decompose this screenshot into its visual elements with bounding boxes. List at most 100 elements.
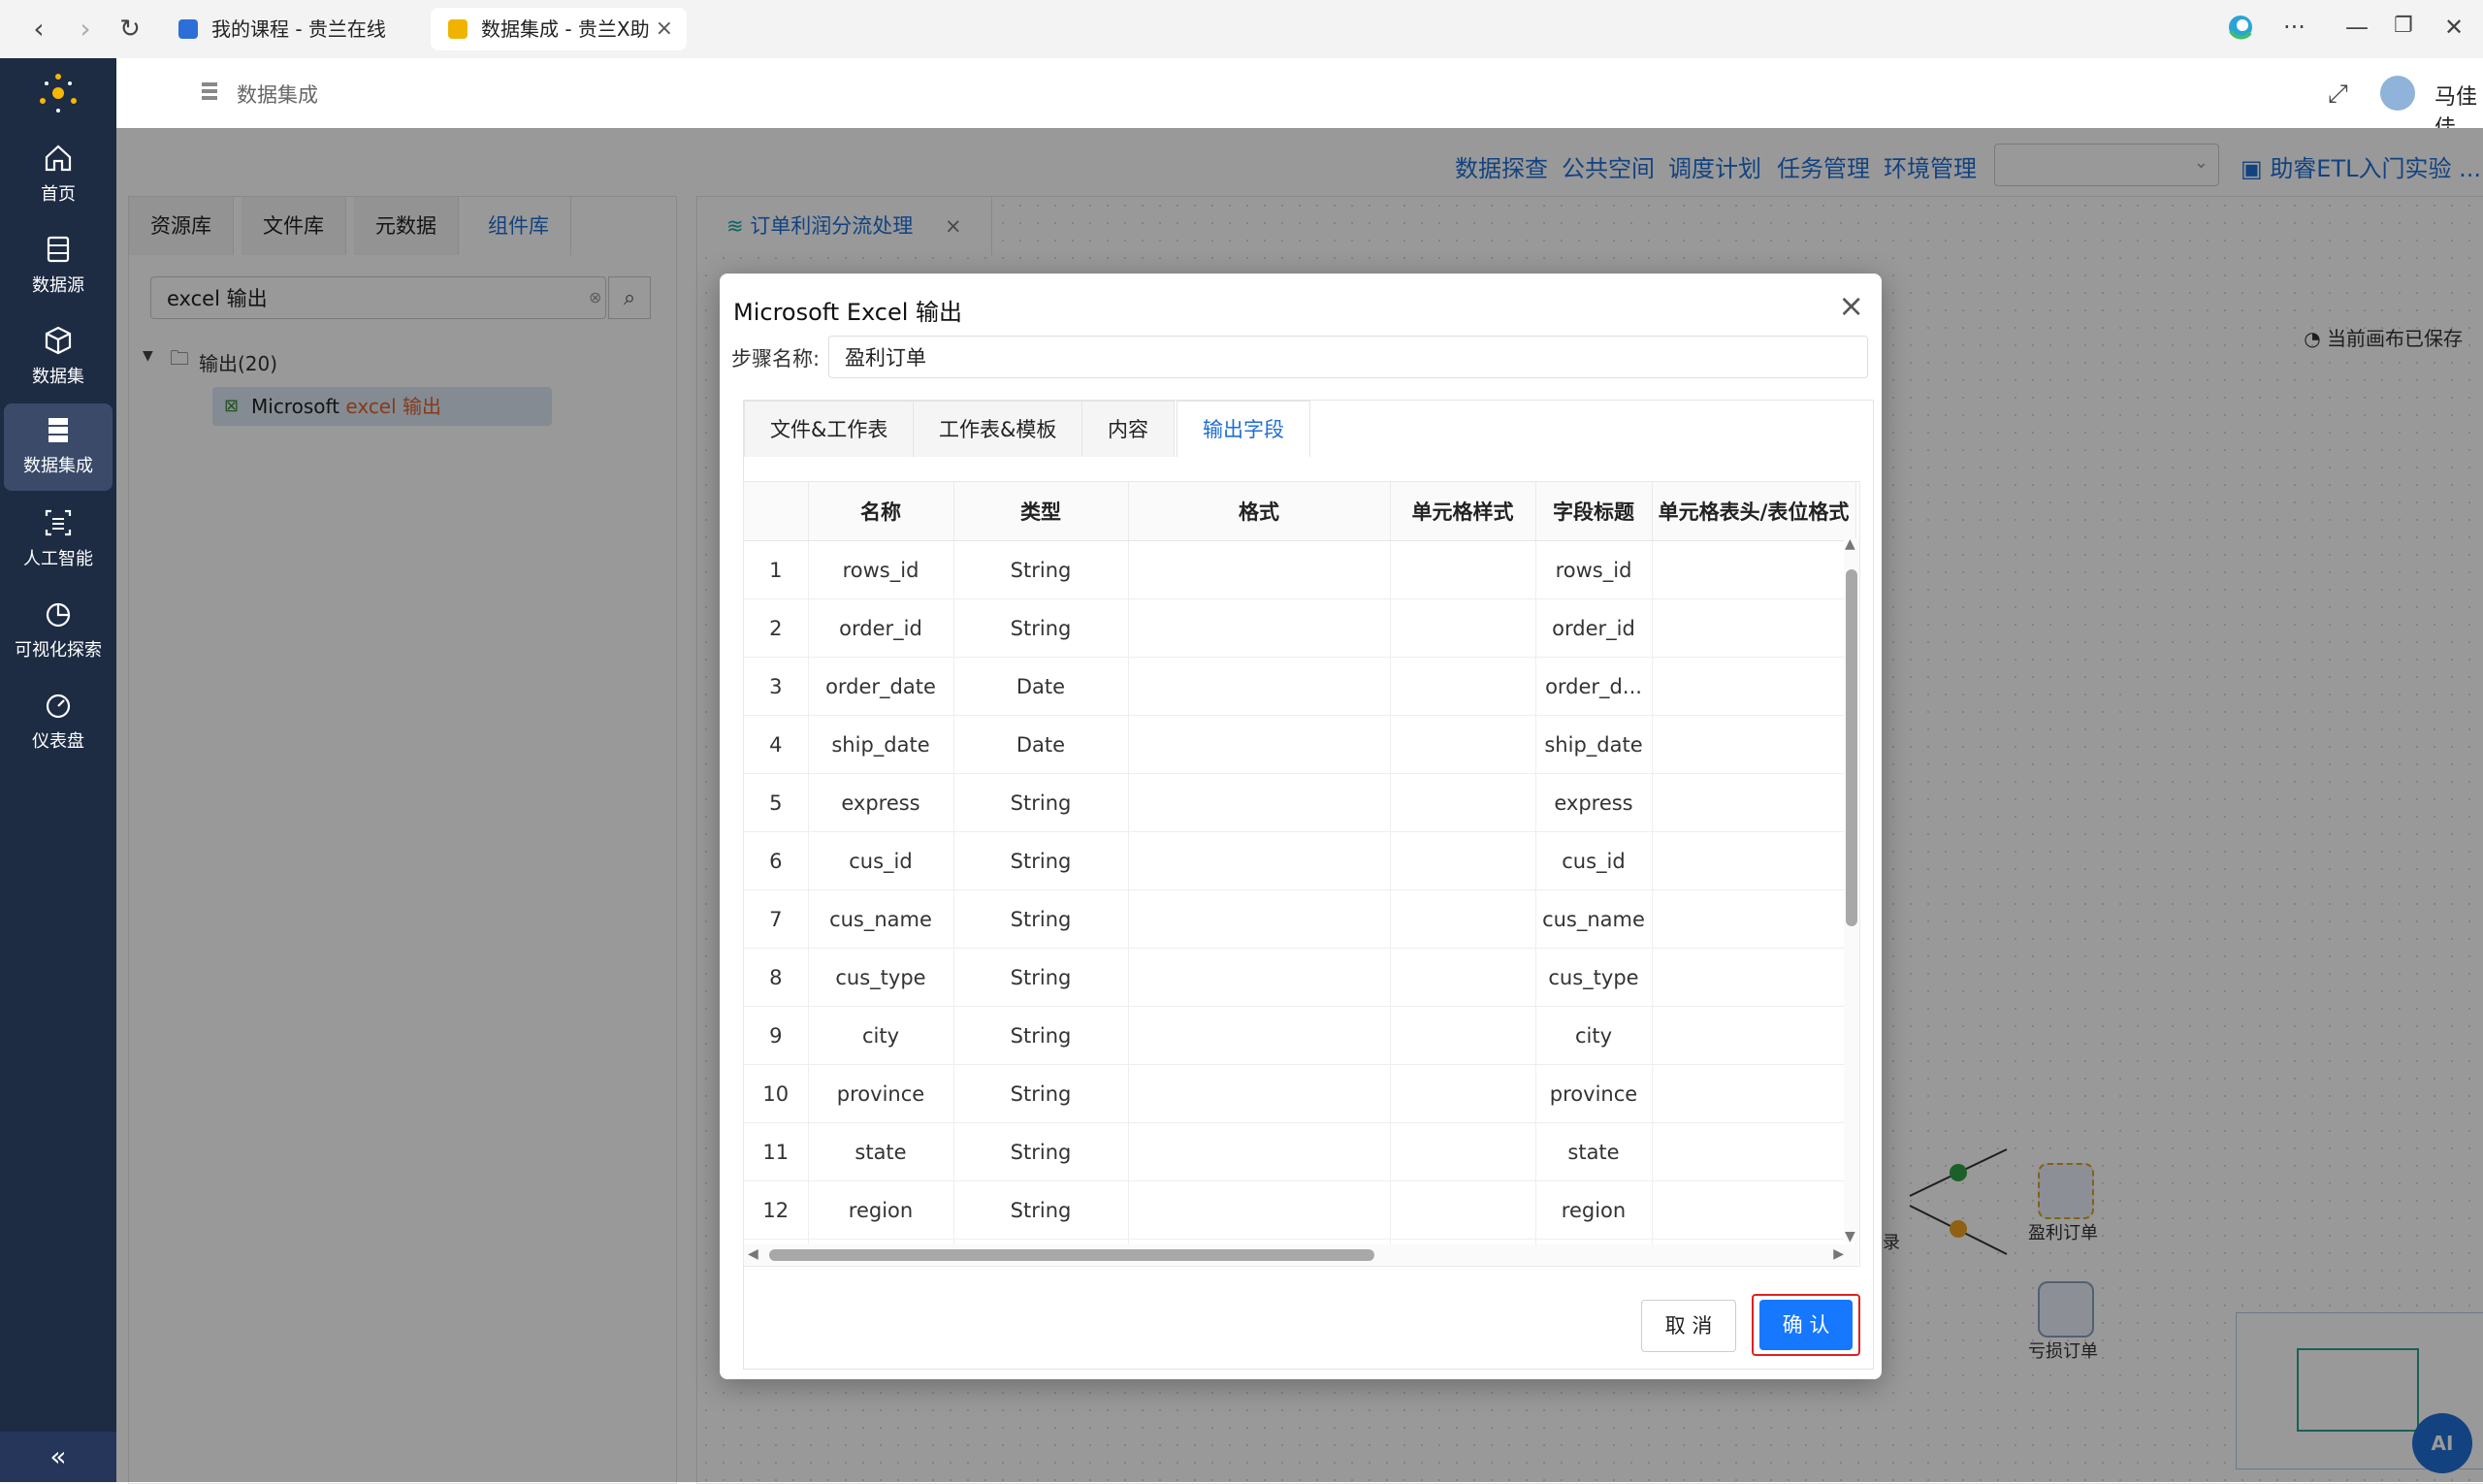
table-cell[interactable]: 12 [744,1180,809,1240]
table-row[interactable]: 9 city String city [744,1006,1856,1065]
column-header[interactable]: 类型 [953,482,1129,541]
avatar[interactable] [2380,76,2415,111]
column-header[interactable]: 单元格样式 [1390,482,1536,541]
table-cell[interactable] [1128,657,1391,716]
table-cell[interactable] [1128,948,1391,1007]
sidebar-item-dataset[interactable]: 数据集 [0,314,116,402]
table-cell[interactable]: String [953,773,1129,832]
table-cell[interactable] [1128,1006,1391,1065]
table-cell[interactable]: cus_type [808,948,954,1007]
table-cell[interactable]: province [808,1064,954,1123]
scroll-left-icon[interactable]: ◀ [748,1246,758,1262]
table-cell[interactable]: ship_date [1535,715,1653,774]
table-cell[interactable] [1652,657,1856,716]
edge-icon[interactable] [2227,14,2254,47]
table-row[interactable]: 4 ship_date Date ship_date [744,715,1856,774]
tab-sheet-template[interactable]: 工作表&模板 [913,401,1083,457]
table-cell[interactable]: express [1535,773,1653,832]
table-cell[interactable] [1652,1006,1856,1065]
table-cell[interactable] [1652,1064,1856,1123]
table-cell[interactable]: String [953,948,1129,1007]
column-header[interactable] [744,482,809,541]
column-header[interactable]: 字段标题 [1535,482,1653,541]
sidebar-item-dashboard[interactable]: 仪表盘 [0,679,116,766]
column-header[interactable]: 名称 [808,482,954,541]
table-cell[interactable] [1128,831,1391,890]
forward-icon[interactable]: › [68,12,103,47]
step-name-input[interactable]: 盈利订单 [828,336,1868,378]
more-icon[interactable]: ··· [2283,14,2306,41]
table-cell[interactable]: 11 [744,1122,809,1181]
table-cell[interactable] [1652,773,1856,832]
table-cell[interactable]: city [808,1006,954,1065]
table-cell[interactable]: 6 [744,831,809,890]
table-row[interactable]: 11 state String state [744,1122,1856,1181]
table-cell[interactable]: String [953,540,1129,599]
table-cell[interactable] [1128,715,1391,774]
table-cell[interactable]: order_d... [1535,657,1653,716]
browser-tab-courses[interactable]: 我的课程 - 贵兰在线 [161,8,423,50]
table-cell[interactable]: String [953,831,1129,890]
table-cell[interactable]: cus_name [1535,889,1653,949]
table-cell[interactable] [1390,1064,1536,1123]
table-row[interactable]: 3 order_date Date order_d... [744,657,1856,716]
fullscreen-icon[interactable]: ⤢ [2328,80,2348,110]
table-cell[interactable]: String [953,1064,1129,1123]
confirm-button[interactable]: 确 认 [1759,1300,1853,1350]
table-cell[interactable]: express [808,773,954,832]
table-cell[interactable] [1390,889,1536,949]
table-cell[interactable]: order_id [1535,598,1653,658]
tab-file-sheet[interactable]: 文件&工作表 [744,401,915,457]
table-cell[interactable]: cus_name [808,889,954,949]
table-row[interactable]: 8 cus_type String cus_type [744,948,1856,1007]
table-cell[interactable] [1390,1180,1536,1240]
table-cell[interactable] [1128,1122,1391,1181]
table-cell[interactable] [1390,948,1536,1007]
tab-output-fields[interactable]: 输出字段 [1177,401,1310,457]
table-cell[interactable] [1652,831,1856,890]
table-cell[interactable] [1652,1180,1856,1240]
table-cell[interactable]: String [953,1180,1129,1240]
table-cell[interactable]: ship_date [808,715,954,774]
vertical-scrollbar[interactable]: ▲ ▼ [1844,536,1859,1244]
table-cell[interactable] [1652,715,1856,774]
table-cell[interactable] [1390,831,1536,890]
table-row[interactable]: 5 express String express [744,773,1856,832]
collapse-sidebar-icon[interactable]: « [0,1432,116,1482]
table-cell[interactable]: 8 [744,948,809,1007]
table-cell[interactable] [1128,773,1391,832]
table-cell[interactable]: cus_type [1535,948,1653,1007]
table-cell[interactable] [1390,598,1536,658]
table-cell[interactable]: cus_id [1535,831,1653,890]
sidebar-item-data-integration[interactable]: 数据集成 [4,403,113,491]
table-cell[interactable]: rows_id [1535,540,1653,599]
table-cell[interactable]: Date [953,657,1129,716]
table-cell[interactable]: String [953,598,1129,658]
table-cell[interactable] [1390,715,1536,774]
table-cell[interactable]: region [1535,1180,1653,1240]
table-cell[interactable]: state [808,1122,954,1181]
table-cell[interactable] [1652,598,1856,658]
table-cell[interactable]: Date [953,715,1129,774]
close-window-icon[interactable]: ✕ [2444,14,2464,41]
sidebar-item-datasource[interactable]: 数据源 [0,223,116,310]
table-cell[interactable]: 1 [744,540,809,599]
table-cell[interactable] [1652,889,1856,949]
table-cell[interactable]: String [953,889,1129,949]
table-row[interactable]: 12 region String region [744,1180,1856,1240]
cancel-button[interactable]: 取 消 [1641,1300,1736,1352]
table-cell[interactable]: order_date [808,657,954,716]
table-row[interactable]: 6 cus_id String cus_id [744,831,1856,890]
horizontal-scrollbar[interactable]: ◀ ▶ [744,1244,1857,1266]
table-cell[interactable] [1652,948,1856,1007]
table-cell[interactable] [1390,773,1536,832]
table-cell[interactable]: city [1535,1006,1653,1065]
table-cell[interactable] [1128,1180,1391,1240]
reload-icon[interactable]: ↻ [113,12,147,47]
scroll-right-icon[interactable]: ▶ [1833,1246,1844,1262]
table-row[interactable]: 1 rows_id String rows_id [744,540,1856,599]
vertical-scroll-thumb[interactable] [1846,569,1857,926]
column-header[interactable]: 单元格表头/表位格式 [1652,482,1856,541]
restore-icon[interactable]: ❐ [2394,14,2413,38]
table-cell[interactable]: rows_id [808,540,954,599]
